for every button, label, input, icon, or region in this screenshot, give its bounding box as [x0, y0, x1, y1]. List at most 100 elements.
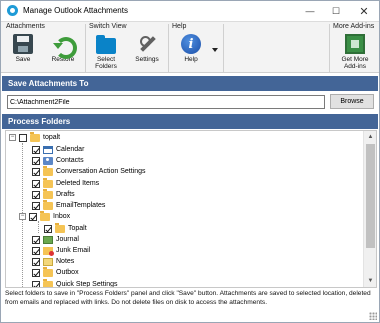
tree-item-label: Journal	[56, 236, 79, 243]
group-label-switch-view: Switch View	[89, 23, 127, 30]
tree-item-notes[interactable]: Notes	[32, 256, 74, 267]
tree-item-contacts[interactable]: Contacts	[32, 155, 84, 166]
folder-checkbox[interactable]	[32, 145, 40, 154]
group-label-help: Help	[172, 23, 187, 30]
settings-button-label: Settings	[135, 56, 159, 63]
contacts-icon	[43, 156, 53, 165]
tree-scrollbar[interactable]: ▲ ▼	[363, 131, 376, 287]
status-help-text: Select folders to save in "Process Folde…	[5, 290, 371, 306]
tree-item-deleted-items[interactable]: Deleted Items	[32, 177, 100, 189]
journal-icon	[43, 235, 53, 244]
tree-item-label: Outbox	[56, 269, 79, 276]
folder-checkbox[interactable]	[32, 167, 40, 176]
process-folders-header: Process Folders	[2, 114, 378, 129]
tree-item-drafts[interactable]: Drafts	[32, 188, 75, 200]
tree-item-label: Topalt	[68, 225, 87, 232]
tree-item-label: Contacts	[56, 157, 84, 164]
folder-checkbox[interactable]	[32, 268, 40, 277]
app-icon	[7, 5, 18, 16]
save-button-label: Save	[15, 56, 31, 63]
tree-item-label: Calendar	[56, 146, 85, 153]
folder-icon	[43, 177, 53, 188]
folder-checkbox[interactable]	[32, 235, 40, 244]
select-folders-button[interactable]: Select Folders	[91, 34, 121, 72]
folder-checkbox[interactable]	[44, 224, 52, 233]
title-bar: Manage Outlook Attachments — ☐ ✕	[1, 1, 379, 21]
ribbon: Attachments Switch View Help More Add-in…	[1, 21, 379, 73]
info-icon: i	[181, 34, 201, 54]
minimize-button[interactable]: —	[297, 3, 323, 19]
folder-checkbox[interactable]	[32, 280, 40, 287]
resize-grip-icon[interactable]	[369, 312, 377, 320]
folder-icon	[40, 210, 50, 221]
folder-checkbox[interactable]	[32, 179, 40, 188]
window-title: Manage Outlook Attachments	[23, 6, 128, 15]
tree-item-label: Notes	[56, 258, 75, 265]
tree-item-junk-email[interactable]: Junk Email	[32, 245, 90, 256]
scroll-thumb[interactable]	[366, 144, 375, 248]
floppy-disk-icon	[13, 34, 33, 54]
tree-item-outbox[interactable]: Outbox	[32, 266, 79, 278]
save-attachments-header: Save Attachments To	[2, 76, 378, 91]
group-separator	[168, 24, 169, 72]
close-button[interactable]: ✕	[351, 3, 377, 19]
get-more-addins-button-label: Get More Add-ins	[341, 56, 369, 70]
folder-checkbox[interactable]	[29, 212, 37, 221]
folder-checkbox[interactable]	[32, 201, 40, 210]
folder-icon	[55, 222, 65, 233]
tree-item-calendar[interactable]: Calendar	[32, 144, 84, 155]
folder-checkbox[interactable]	[32, 257, 40, 266]
tree-item-conversation-action-settings[interactable]: Conversation Action Settings	[32, 165, 146, 177]
tree-guide-line	[38, 221, 39, 233]
tree-item-label: Junk Email	[56, 247, 91, 254]
settings-button[interactable]: Settings	[131, 34, 163, 72]
scroll-up-arrow-icon[interactable]: ▲	[364, 131, 377, 143]
folder-icon	[96, 35, 116, 54]
wrench-settings-icon	[137, 34, 157, 54]
tree-item-label: Inbox	[53, 213, 71, 220]
collapse-toggle-icon[interactable]: −	[19, 213, 26, 220]
group-label-more-addins: More Add-ins	[333, 23, 375, 30]
folder-icon	[43, 165, 53, 176]
folder-checkbox[interactable]	[32, 246, 40, 255]
tree-item-label: topalt	[43, 134, 61, 141]
folder-checkbox[interactable]	[32, 156, 40, 165]
folder-icon	[30, 131, 40, 142]
tree-item-label: Deleted Items	[56, 180, 100, 187]
help-dropdown-arrow-icon[interactable]	[212, 48, 218, 52]
tree-item-label: Conversation Action Settings	[56, 168, 146, 175]
save-button[interactable]: Save	[9, 34, 37, 72]
tree-item-inbox[interactable]: − Inbox	[19, 210, 71, 222]
folder-checkbox[interactable]	[32, 190, 40, 199]
group-separator	[85, 24, 86, 72]
main-window: Manage Outlook Attachments — ☐ ✕ Attachm…	[0, 0, 380, 323]
maximize-button[interactable]: ☐	[323, 3, 349, 19]
folder-tree[interactable]: − topalt Calendar Contacts Conversation …	[5, 130, 377, 288]
browse-button[interactable]: Browse	[330, 94, 374, 109]
group-separator	[223, 24, 224, 72]
group-separator	[329, 24, 330, 72]
tree-item-journal[interactable]: Journal	[32, 234, 79, 245]
tree-item-label: Quick Step Settings	[56, 281, 118, 288]
collapse-toggle-icon[interactable]: −	[9, 134, 16, 141]
folder-icon	[43, 188, 53, 199]
get-more-addins-button[interactable]: Get More Add-ins	[335, 34, 375, 72]
select-folders-button-label: Select Folders	[95, 56, 117, 70]
calendar-icon	[43, 145, 53, 154]
tree-root-topalt[interactable]: − topalt	[9, 131, 61, 143]
tree-item-label: Drafts	[56, 191, 75, 198]
scroll-down-arrow-icon[interactable]: ▼	[364, 275, 377, 287]
restore-arrow-icon	[53, 34, 77, 59]
restore-button[interactable]: Restore	[47, 34, 79, 72]
tree-item-label: EmailTemplates	[56, 202, 106, 209]
tree-item-quick-step-settings[interactable]: Quick Step Settings	[32, 278, 118, 288]
junk-folder-icon	[43, 246, 54, 256]
notes-icon	[43, 257, 53, 266]
help-button[interactable]: i Help	[179, 34, 203, 72]
save-path-input[interactable]	[7, 95, 325, 109]
folder-checkbox[interactable]	[19, 133, 27, 142]
tree-item-topalt-subfolder[interactable]: Topalt	[44, 222, 87, 234]
help-button-label: Help	[184, 56, 198, 63]
addins-store-icon	[345, 34, 365, 54]
tree-item-emailtemplates[interactable]: EmailTemplates	[32, 199, 106, 211]
